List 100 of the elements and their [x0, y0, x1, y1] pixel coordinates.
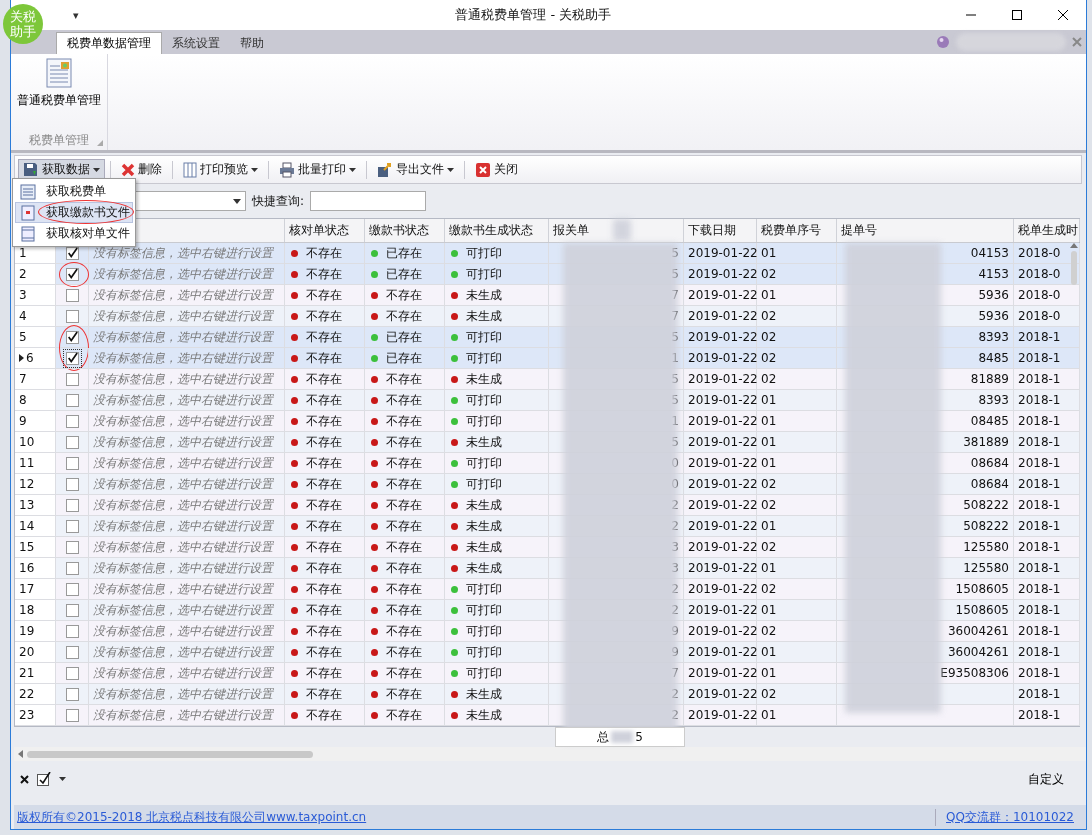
row-checkbox[interactable] — [66, 708, 79, 722]
row-checkbox[interactable] — [66, 540, 79, 554]
status-text: 未生成 — [466, 307, 502, 325]
scrollbar-thumb[interactable] — [1071, 251, 1077, 285]
column-header[interactable]: 提单号 — [841, 222, 877, 239]
table-cell: 5 — [671, 246, 679, 260]
menu-item[interactable]: 获取核对单文件 — [15, 223, 133, 244]
table-cell: 2019-01-22 — [688, 582, 758, 596]
row-checkbox[interactable] — [66, 561, 79, 575]
table-cell: 4153 — [978, 267, 1009, 281]
table-cell: 2 — [671, 708, 679, 722]
row-checkbox[interactable] — [66, 582, 79, 596]
row-checkbox[interactable] — [66, 393, 79, 407]
toolbar-button[interactable]: 删除 — [116, 158, 167, 181]
row-checkbox[interactable] — [66, 477, 79, 491]
toolbar-button[interactable]: 获取数据 — [18, 158, 105, 181]
ribbon-tab[interactable]: 税费单数据管理 — [56, 32, 162, 54]
table-cell: 2018-0 — [1018, 267, 1061, 281]
table-cell: 2019-01-22 — [688, 351, 758, 365]
menu-item[interactable]: 获取税费单 — [15, 181, 133, 202]
table-cell: 2 — [671, 519, 679, 533]
table-cell: 9 — [671, 624, 679, 638]
status-text: 未生成 — [466, 433, 502, 451]
table-cell: 2 — [671, 603, 679, 617]
table-cell: 7 — [671, 288, 679, 302]
table-cell: 381889 — [963, 435, 1009, 449]
column-header[interactable]: 下载日期 — [688, 222, 736, 239]
table-cell: 2019-01-22 — [688, 519, 758, 533]
ribbon-tab[interactable]: 帮助 — [230, 32, 274, 54]
quick-search-field[interactable] — [310, 191, 427, 211]
status-text: 不存在 — [306, 664, 342, 682]
row-checkbox[interactable] — [66, 267, 79, 281]
table-cell: 2018-1 — [1018, 582, 1061, 596]
toolbar-button[interactable]: 批量打印 — [274, 158, 361, 181]
status-text: 不存在 — [386, 496, 422, 514]
row-checkbox[interactable] — [66, 309, 79, 323]
row-checkbox[interactable] — [66, 498, 79, 512]
row-checkbox[interactable] — [66, 351, 79, 365]
menu-item[interactable]: 获取缴款书文件 — [15, 202, 133, 223]
table-cell: 01 — [761, 561, 777, 575]
column-header[interactable]: 缴款书生成状态 — [449, 222, 533, 239]
row-checkbox[interactable] — [66, 372, 79, 386]
table-cell: 2018-1 — [1018, 519, 1061, 533]
row-checkbox[interactable] — [66, 435, 79, 449]
row-checkbox[interactable] — [66, 519, 79, 533]
table-cell: 2018-1 — [1018, 414, 1061, 428]
close-icon[interactable] — [20, 774, 29, 784]
ribbon-large-button[interactable]: 普通税费单管理 — [15, 54, 103, 124]
table-cell: 2018-1 — [1018, 645, 1061, 659]
table-cell: 没有标签信息，选中右键进行设置 — [93, 664, 273, 682]
table-cell: 没有标签信息，选中右键进行设置 — [93, 496, 273, 514]
column-header[interactable]: 报关单 — [553, 222, 589, 239]
scroll-left-icon[interactable] — [18, 750, 23, 758]
ribbon-tab[interactable]: 系统设置 — [162, 32, 230, 54]
status-text: 可打印 — [466, 328, 502, 346]
row-checkbox[interactable] — [66, 645, 79, 659]
table-cell: 2019-01-22 — [688, 372, 758, 386]
table-cell: 没有标签信息，选中右键进行设置 — [93, 559, 273, 577]
row-number: 16 — [19, 561, 35, 575]
table-cell: 0 — [671, 456, 679, 470]
row-checkbox[interactable] — [66, 603, 79, 617]
scrollbar-thumb[interactable] — [27, 750, 313, 758]
qq-group-link[interactable]: QQ交流群：10101022 — [935, 808, 1074, 826]
row-checkbox[interactable] — [66, 456, 79, 470]
row-checkbox[interactable] — [66, 624, 79, 638]
status-text: 不存在 — [386, 559, 422, 577]
table-cell: 没有标签信息，选中右键进行设置 — [93, 433, 273, 451]
status-text: 可打印 — [466, 643, 502, 661]
status-text: 不存在 — [386, 664, 422, 682]
table-cell: 02 — [761, 477, 777, 491]
table-cell: 5936 — [978, 309, 1009, 323]
status-text: 已存在 — [386, 265, 422, 283]
checkbox-icon[interactable] — [37, 772, 51, 786]
status-text: 不存在 — [306, 433, 342, 451]
launcher-icon[interactable] — [97, 140, 103, 146]
copyright-link[interactable]: 版权所有©2015-2018 北京税点科技有限公司www.taxpoint.cn — [17, 808, 367, 826]
customize-button[interactable]: 自定义 — [1022, 769, 1070, 789]
status-text: 已存在 — [386, 328, 422, 346]
table-cell: 没有标签信息，选中右键进行设置 — [93, 685, 273, 703]
row-checkbox[interactable] — [66, 330, 79, 344]
column-header[interactable]: 缴款书状态 — [369, 222, 429, 239]
row-checkbox[interactable] — [66, 414, 79, 428]
column-header[interactable]: 税单生成时 — [1018, 222, 1078, 239]
table-cell: 02 — [761, 624, 777, 638]
column-header[interactable]: 核对单状态 — [289, 222, 349, 239]
status-text: 不存在 — [386, 286, 422, 304]
toolbar-button[interactable]: 关闭 — [470, 158, 523, 181]
row-checkbox[interactable] — [66, 687, 79, 701]
toolbar-button[interactable]: 导出文件 — [372, 158, 459, 181]
caret-icon[interactable] — [59, 777, 66, 781]
quick-access-dropdown[interactable]: ▾ — [73, 8, 79, 22]
table-cell: 7 — [671, 309, 679, 323]
table-cell: 08684 — [970, 477, 1009, 491]
row-checkbox[interactable] — [66, 666, 79, 680]
column-header[interactable]: 税费单序号 — [761, 222, 821, 239]
table-cell: 2018-1 — [1018, 498, 1061, 512]
table-cell: 02 — [761, 309, 777, 323]
status-text: 不存在 — [306, 622, 342, 640]
row-checkbox[interactable] — [66, 288, 79, 302]
toolbar-button[interactable]: 打印预览 — [178, 158, 263, 181]
